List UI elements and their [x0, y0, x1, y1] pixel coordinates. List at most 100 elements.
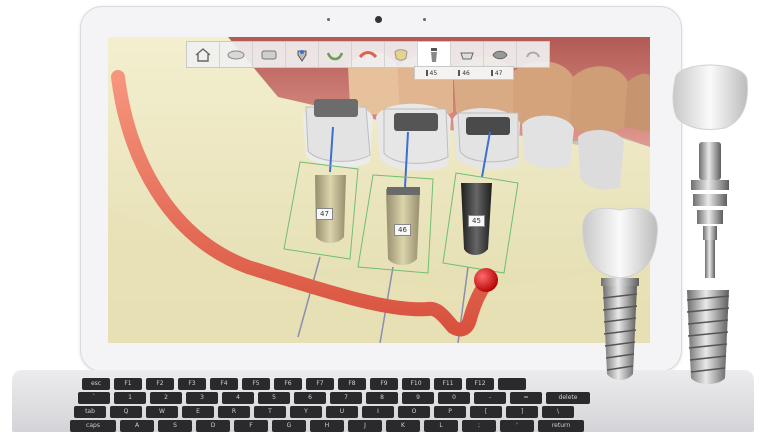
nerve-icon	[358, 50, 378, 58]
implant-icon	[431, 47, 437, 62]
sensor-dot	[327, 18, 330, 21]
home-icon	[195, 47, 211, 62]
crown-icon	[672, 64, 748, 131]
key[interactable]: =	[510, 392, 542, 404]
key[interactable]: 7	[330, 392, 362, 404]
key[interactable]: -	[474, 392, 506, 404]
key[interactable]: F2	[146, 378, 174, 390]
export-button[interactable]	[517, 42, 549, 67]
key[interactable]: ;	[462, 420, 496, 432]
crown-button[interactable]	[385, 42, 418, 67]
key[interactable]: F5	[242, 378, 270, 390]
abutment-icon	[460, 52, 474, 59]
key[interactable]: L	[424, 420, 458, 432]
key[interactable]: W	[146, 406, 178, 418]
implant-selector: 45 46 47	[414, 66, 514, 80]
gums-icon	[326, 51, 344, 60]
key[interactable]: F11	[434, 378, 462, 390]
key[interactable]: U	[326, 406, 358, 418]
key[interactable]: caps	[70, 420, 116, 432]
key[interactable]: F6	[274, 378, 302, 390]
key[interactable]: D	[196, 420, 230, 432]
key[interactable]: 5	[258, 392, 290, 404]
key[interactable]: G	[272, 420, 306, 432]
guide-button[interactable]	[484, 42, 517, 67]
implant-tab-47[interactable]: 47	[480, 70, 513, 77]
key[interactable]: Y	[290, 406, 322, 418]
crown-icon	[394, 48, 408, 61]
dental-scene	[108, 37, 650, 343]
key[interactable]: 4	[222, 392, 254, 404]
viewport-3d[interactable]: 47 46 45	[108, 37, 650, 343]
arch-icon	[261, 50, 277, 59]
scan-button[interactable]	[220, 42, 253, 67]
home-button[interactable]	[187, 42, 220, 67]
key[interactable]: F7	[306, 378, 334, 390]
assembled-implant-icon	[582, 207, 658, 380]
key[interactable]: F4	[210, 378, 238, 390]
sensor-dot	[423, 18, 426, 21]
key[interactable]: esc	[82, 378, 110, 390]
key[interactable]: ]	[506, 406, 538, 418]
key[interactable]: \	[542, 406, 574, 418]
implant-label-47: 47	[316, 208, 333, 220]
key[interactable]: delete	[546, 392, 590, 404]
implant-tab-45[interactable]: 45	[415, 70, 448, 77]
key[interactable]: H	[310, 420, 344, 432]
implant-tab-46[interactable]: 46	[448, 70, 481, 77]
key[interactable]: 9	[402, 392, 434, 404]
key[interactable]: J	[348, 420, 382, 432]
key[interactable]: 2	[150, 392, 182, 404]
tooth-setup-button[interactable]	[286, 42, 319, 67]
key[interactable]: [	[470, 406, 502, 418]
implant-label-45: 45	[468, 215, 485, 227]
key[interactable]: F3	[178, 378, 206, 390]
key[interactable]: A	[120, 420, 154, 432]
keyboard-row-1: esc F1 F2 F3 F4 F5 F6 F7 F8 F9 F10 F11 F12	[82, 378, 526, 390]
implant-mini-icon	[490, 70, 493, 76]
implant-label-46: 46	[394, 224, 411, 236]
key[interactable]: 8	[366, 392, 398, 404]
key[interactable]: '	[500, 420, 534, 432]
key[interactable]: E	[182, 406, 214, 418]
key[interactable]: tab	[74, 406, 106, 418]
key[interactable]: F	[234, 420, 268, 432]
key[interactable]: R	[218, 406, 250, 418]
key[interactable]: P	[434, 406, 466, 418]
arch-button[interactable]	[253, 42, 286, 67]
implant-components-illustration	[582, 64, 748, 384]
key[interactable]: 1	[114, 392, 146, 404]
keyboard-row-3: tab Q W E R T Y U I O P [] \	[74, 406, 574, 418]
key[interactable]: F1	[114, 378, 142, 390]
key[interactable]: `	[78, 392, 110, 404]
key[interactable]: return	[538, 420, 584, 432]
key[interactable]: F9	[370, 378, 398, 390]
key[interactable]: 0	[438, 392, 470, 404]
keyboard-row-4: caps A S D F G H J K L; ' return	[70, 420, 584, 432]
tooth-setup-icon	[297, 49, 307, 62]
workflow-toolbar	[186, 41, 550, 68]
key[interactable]: 3	[186, 392, 218, 404]
key[interactable]: T	[254, 406, 286, 418]
implant-button[interactable]	[418, 42, 451, 67]
guide-icon	[492, 50, 508, 59]
implant-mini-icon	[425, 70, 428, 76]
key[interactable]: Q	[110, 406, 142, 418]
nerve-button[interactable]	[352, 42, 385, 67]
key[interactable]: 6	[294, 392, 326, 404]
abutment-button[interactable]	[451, 42, 484, 67]
scan-icon	[227, 50, 245, 59]
key[interactable]: F12	[466, 378, 494, 390]
key[interactable]: S	[158, 420, 192, 432]
key[interactable]: K	[386, 420, 420, 432]
key[interactable]	[498, 378, 526, 390]
implant-mini-icon	[458, 70, 461, 76]
key[interactable]: F8	[338, 378, 366, 390]
key[interactable]: O	[398, 406, 430, 418]
export-icon	[526, 51, 540, 57]
key[interactable]: I	[362, 406, 394, 418]
keyboard-row-2: ` 1 2 3 4 5 6 7 8 9 0- = delete	[78, 392, 590, 404]
key[interactable]: F10	[402, 378, 430, 390]
gums-button[interactable]	[319, 42, 352, 67]
implant-screw-icon	[686, 290, 730, 384]
